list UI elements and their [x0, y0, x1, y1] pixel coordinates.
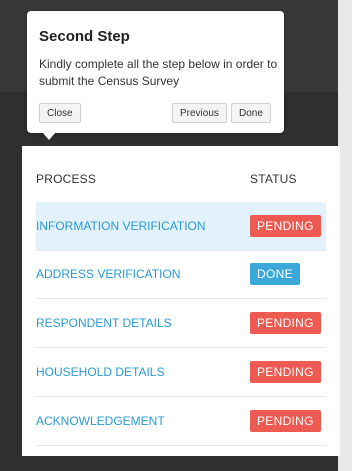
- process-status-card: PROCESS STATUS INFORMATION VERIFICATION …: [22, 146, 340, 456]
- popover-pointer-arrow: [42, 132, 56, 140]
- table-row-address-verification[interactable]: ADDRESS VERIFICATION DONE: [36, 250, 326, 299]
- column-header-process: PROCESS: [36, 172, 97, 186]
- process-link-information-verification[interactable]: INFORMATION VERIFICATION: [36, 219, 206, 233]
- status-badge-pending: PENDING: [250, 312, 321, 334]
- status-badge-done: DONE: [250, 263, 300, 285]
- status-badge-pending: PENDING: [250, 215, 321, 237]
- tour-step-popover: Second Step Kindly complete all the step…: [27, 11, 284, 133]
- table-row-household-details[interactable]: HOUSEHOLD DETAILS PENDING: [36, 348, 326, 397]
- done-button[interactable]: Done: [231, 103, 271, 123]
- process-link-address-verification[interactable]: ADDRESS VERIFICATION: [36, 267, 180, 281]
- table-row-respondent-details[interactable]: RESPONDENT DETAILS PENDING: [36, 299, 326, 348]
- popover-title: Second Step: [39, 28, 130, 45]
- page-edge: [338, 0, 352, 471]
- process-link-acknowledgement[interactable]: ACKNOWLEDGEMENT: [36, 414, 165, 428]
- status-badge-pending: PENDING: [250, 361, 321, 383]
- previous-button[interactable]: Previous: [172, 103, 227, 123]
- process-link-respondent-details[interactable]: RESPONDENT DETAILS: [36, 316, 172, 330]
- process-link-household-details[interactable]: HOUSEHOLD DETAILS: [36, 365, 164, 379]
- close-button[interactable]: Close: [39, 103, 81, 123]
- table-header: PROCESS STATUS: [36, 146, 326, 203]
- table-row-information-verification[interactable]: INFORMATION VERIFICATION PENDING: [36, 202, 326, 251]
- popover-description: Kindly complete all the step below in or…: [39, 57, 278, 88]
- status-badge-pending: PENDING: [250, 410, 321, 432]
- table-row-acknowledgement[interactable]: ACKNOWLEDGEMENT PENDING: [36, 397, 326, 446]
- column-header-status: STATUS: [250, 172, 297, 186]
